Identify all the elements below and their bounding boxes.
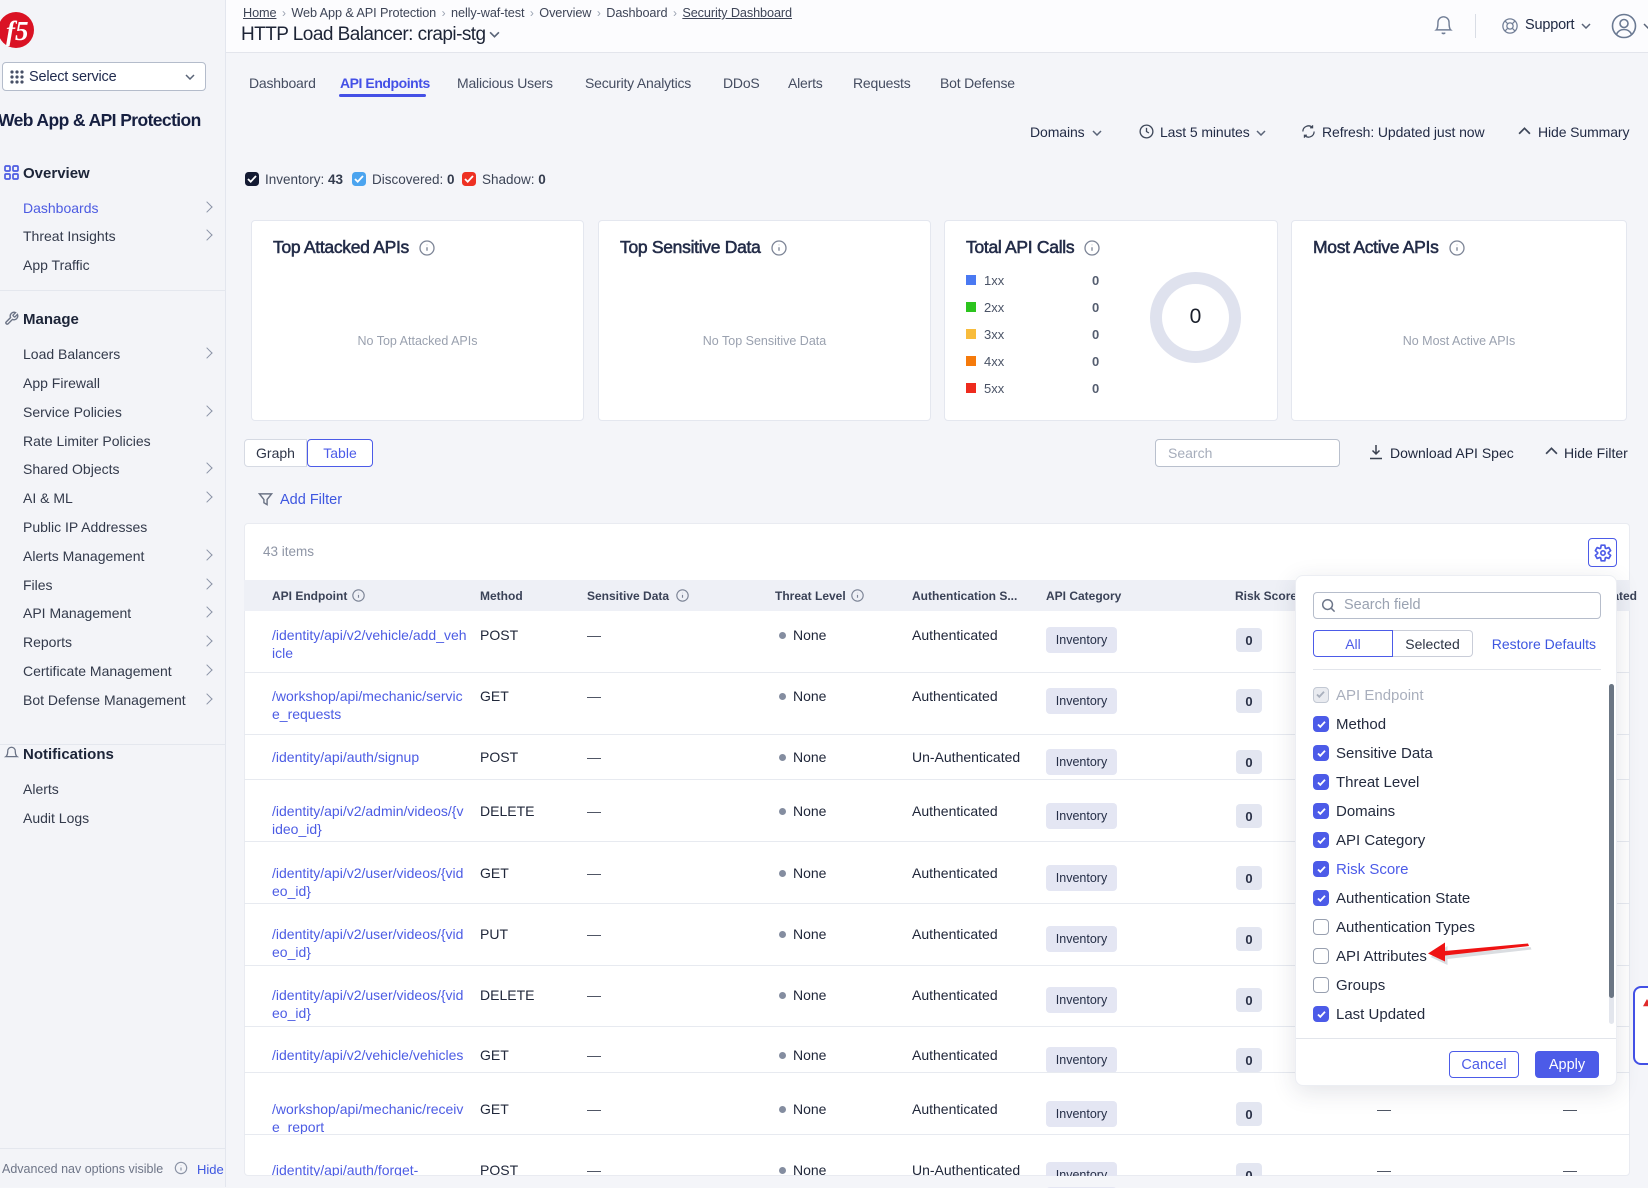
svg-text:f5: f5 xyxy=(6,16,29,46)
